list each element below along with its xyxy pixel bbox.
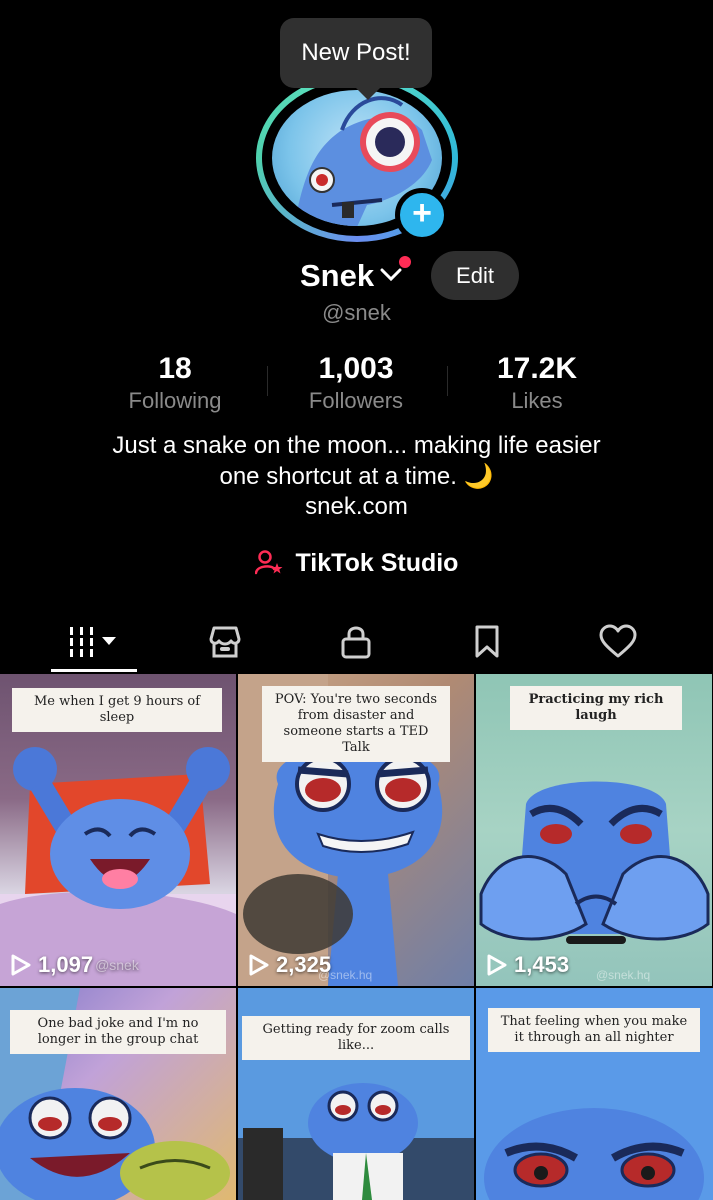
view-count-value: 1,453 <box>514 952 570 977</box>
notification-dot <box>399 256 411 268</box>
video-thumbnail[interactable]: Me when I get 9 hours of sleep 1,097 @sn… <box>0 674 236 986</box>
profile-bio: Just a snake on the moon... making life … <box>0 430 713 492</box>
video-caption: That feeling when you make it through an… <box>488 1008 700 1052</box>
stat-value: 17.2K <box>496 352 578 385</box>
stat-likes[interactable]: 17.2K Likes <box>447 352 627 414</box>
bio-line: Just a snake on the moon... making life … <box>112 432 601 459</box>
tab-liked[interactable] <box>575 612 661 672</box>
creator-star-icon <box>254 549 290 577</box>
studio-label: TikTok Studio <box>295 549 459 577</box>
shop-icon <box>209 626 241 658</box>
tiktok-studio-button[interactable]: TikTok Studio <box>0 549 713 578</box>
profile-handle: @snek <box>322 300 391 325</box>
grid-filter-icon <box>70 627 116 657</box>
new-post-tooltip: New Post! <box>280 18 432 100</box>
profile-link[interactable]: snek.com <box>0 493 713 521</box>
view-count-value: 1,097 <box>38 952 94 977</box>
tab-videos[interactable] <box>51 612 137 672</box>
lock-icon <box>341 626 371 659</box>
video-caption: Getting ready for zoom calls like... <box>242 1016 470 1060</box>
video-thumbnail[interactable]: Practicing my rich laugh 1,453 @snek.hq <box>476 674 712 986</box>
stat-label: Likes <box>511 388 563 413</box>
stat-following[interactable]: 18 Following <box>85 352 265 414</box>
edit-profile-button[interactable]: Edit <box>431 251 519 300</box>
video-thumbnail[interactable]: One bad joke and I'm no longer in the gr… <box>0 988 236 1200</box>
video-thumbnail[interactable]: Getting ready for zoom calls like... <box>238 988 474 1200</box>
tab-private[interactable] <box>313 612 399 672</box>
tab-saved[interactable] <box>444 612 530 672</box>
account-switcher[interactable]: Snek <box>300 255 402 297</box>
tab-active-indicator <box>51 669 137 672</box>
play-icon <box>487 954 507 976</box>
play-icon <box>11 954 31 976</box>
profile-name: Snek <box>300 258 375 293</box>
video-thumbnail[interactable]: POV: You're two seconds from disaster an… <box>238 674 474 986</box>
stat-followers[interactable]: 1,003 Followers <box>266 352 446 414</box>
bio-line: one shortcut at a time. 🌙 <box>219 463 494 490</box>
view-count: 1,097 @snek <box>10 952 139 978</box>
stat-value: 1,003 <box>318 352 394 385</box>
video-caption: POV: You're two seconds from disaster an… <box>262 686 450 762</box>
stat-label: Following <box>128 388 222 413</box>
view-count: 1,453 <box>486 952 569 978</box>
profile-tabs <box>0 612 713 672</box>
video-watermark: @snek <box>95 957 139 973</box>
video-thumbnail[interactable]: That feeling when you make it through an… <box>476 988 713 1200</box>
tab-shop[interactable] <box>182 612 268 672</box>
stat-value: 18 <box>158 352 192 385</box>
video-watermark: @snek.hq <box>596 968 651 982</box>
stat-label: Followers <box>308 388 404 413</box>
heart-icon <box>599 624 637 658</box>
play-icon <box>249 954 269 976</box>
bookmark-icon <box>475 625 499 658</box>
chevron-down-icon <box>380 265 402 288</box>
video-watermark: @snek.hq <box>318 968 373 982</box>
video-caption: Me when I get 9 hours of sleep <box>12 688 222 732</box>
video-caption: One bad joke and I'm no longer in the gr… <box>10 1010 226 1054</box>
add-story-button[interactable]: + <box>395 188 449 242</box>
video-caption: Practicing my rich laugh <box>510 686 682 730</box>
